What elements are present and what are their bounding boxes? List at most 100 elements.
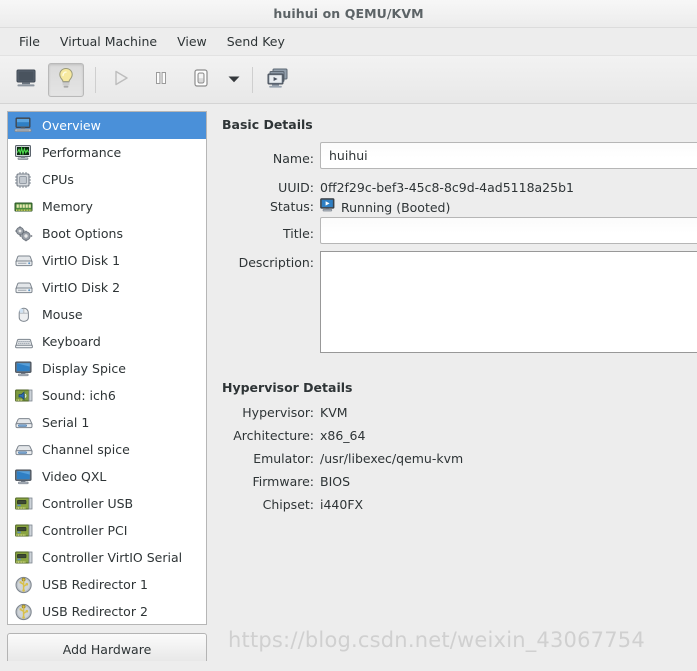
snapshots-icon	[266, 67, 290, 92]
sidebar-item-label: VirtIO Disk 1	[42, 253, 121, 268]
name-input[interactable]: huihui	[320, 142, 697, 169]
sidebar-item-virtio-disk-1[interactable]: VirtIO Disk 1	[8, 247, 206, 274]
sidebar-item-usb-redirector-2[interactable]: USB Redirector 2	[8, 598, 206, 624]
status-row: Running (Booted)	[320, 195, 697, 217]
serial-port-icon	[13, 412, 35, 434]
sidebar-item-label: USB Redirector 2	[42, 604, 148, 619]
sidebar-item-performance[interactable]: Performance	[8, 139, 206, 166]
menu-file[interactable]: File	[9, 31, 50, 52]
hard-disk-icon	[13, 250, 35, 272]
name-value: huihui	[329, 148, 368, 163]
sidebar-item-serial-1[interactable]: Serial 1	[8, 409, 206, 436]
uuid-label: UUID:	[278, 180, 314, 195]
sidebar-item-label: Overview	[42, 118, 101, 133]
running-monitor-icon	[320, 198, 337, 217]
details-pane: Basic Details Name: huihui UUID: 0ff2f29…	[214, 104, 697, 671]
sidebar-item-label: Keyboard	[42, 334, 101, 349]
pause-icon	[151, 68, 171, 91]
sidebar-item-label: Serial 1	[42, 415, 90, 430]
name-label: Name:	[272, 151, 314, 166]
architecture-label: Architecture:	[233, 428, 314, 443]
sidebar-item-mouse[interactable]: Mouse	[8, 301, 206, 328]
snapshots-button[interactable]	[260, 63, 296, 97]
shutdown-button[interactable]	[183, 63, 219, 97]
sidebar-item-keyboard[interactable]: Keyboard	[8, 328, 206, 355]
title-label: Title:	[283, 226, 314, 241]
display-icon	[13, 358, 35, 380]
memory-stick-icon	[13, 196, 35, 218]
hypervisor-details-title: Hypervisor Details	[222, 380, 353, 395]
virt-manager-window: huihui on QEMU/KVM File Virtual Machine …	[0, 0, 697, 671]
controller-card-icon	[13, 493, 35, 515]
usb-icon	[13, 574, 35, 596]
keyboard-icon	[13, 331, 35, 353]
shutdown-dropdown-button[interactable]	[223, 64, 245, 96]
sidebar-item-controller-pci[interactable]: Controller PCI	[8, 517, 206, 544]
play-icon	[111, 68, 131, 91]
sidebar-item-usb-redirector-1[interactable]: USB Redirector 1	[8, 571, 206, 598]
hypervisor-details-block: Hypervisor Details Hypervisor: KVM Archi…	[222, 380, 697, 512]
firmware-value: BIOS	[320, 474, 351, 489]
sidebar-item-memory[interactable]: Memory	[8, 193, 206, 220]
bottom-strip	[0, 661, 697, 671]
toolbar-separator-2	[252, 66, 253, 93]
mouse-icon	[13, 304, 35, 326]
sidebar-item-video-qxl[interactable]: Video QXL	[8, 463, 206, 490]
controller-card-icon	[13, 520, 35, 542]
hardware-list[interactable]: Overview Performance CPUs Memory Boot Op…	[7, 111, 207, 625]
controller-card-icon	[13, 547, 35, 569]
run-button[interactable]	[103, 63, 139, 97]
monitor-icon	[15, 68, 37, 91]
sidebar-item-label: CPUs	[42, 172, 74, 187]
sidebar-item-cpus[interactable]: CPUs	[8, 166, 206, 193]
sidebar-item-display-spice[interactable]: Display Spice	[8, 355, 206, 382]
description-label: Description:	[238, 255, 314, 270]
sidebar-item-label: Memory	[42, 199, 93, 214]
sidebar-item-overview[interactable]: Overview	[8, 112, 206, 139]
chipset-value: i440FX	[320, 497, 364, 512]
sidebar-item-label: Video QXL	[42, 469, 107, 484]
menu-send-key[interactable]: Send Key	[217, 31, 295, 52]
sidebar-item-label: Sound: ich6	[42, 388, 116, 403]
sidebar-item-label: Mouse	[42, 307, 83, 322]
sidebar-item-channel-spice[interactable]: Channel spice	[8, 436, 206, 463]
sidebar-item-controller-virtio-serial[interactable]: Controller VirtIO Serial	[8, 544, 206, 571]
hardware-sidebar: Overview Performance CPUs Memory Boot Op…	[0, 104, 214, 671]
computer-icon	[13, 115, 35, 137]
usb-icon	[13, 601, 35, 623]
sidebar-item-controller-usb[interactable]: Controller USB	[8, 490, 206, 517]
menubar: File Virtual Machine View Send Key	[0, 28, 697, 56]
hypervisor-label: Hypervisor:	[242, 405, 314, 420]
menu-virtual-machine[interactable]: Virtual Machine	[50, 31, 167, 52]
toolbar	[0, 56, 697, 104]
firmware-label: Firmware:	[252, 474, 315, 489]
sidebar-item-label: USB Redirector 1	[42, 577, 148, 592]
menu-view[interactable]: View	[167, 31, 217, 52]
sidebar-item-label: Controller VirtIO Serial	[42, 550, 183, 565]
status-label: Status:	[269, 199, 314, 214]
status-value: Running (Booted)	[341, 200, 451, 215]
sidebar-item-virtio-disk-2[interactable]: VirtIO Disk 2	[8, 274, 206, 301]
sidebar-item-label: Channel spice	[42, 442, 130, 457]
title-input[interactable]	[320, 217, 697, 244]
basic-details-title: Basic Details	[222, 117, 313, 132]
console-view-button[interactable]	[8, 63, 44, 97]
description-textarea[interactable]	[320, 251, 697, 353]
sound-card-icon	[13, 385, 35, 407]
sidebar-item-label: Display Spice	[42, 361, 126, 376]
hypervisor-details-grid: Hypervisor: KVM Architecture: x86_64 Emu…	[222, 405, 697, 512]
basic-details-grid: Name: huihui UUID: 0ff2f29c-bef3-45c8-8c…	[222, 142, 697, 360]
lightbulb-icon	[56, 67, 76, 92]
toolbar-separator-1	[95, 66, 96, 93]
titlebar: huihui on QEMU/KVM	[0, 0, 697, 28]
sidebar-item-boot-options[interactable]: Boot Options	[8, 220, 206, 247]
sidebar-item-label: VirtIO Disk 2	[42, 280, 121, 295]
power-icon	[190, 67, 212, 92]
chipset-label: Chipset:	[262, 497, 314, 512]
pause-button[interactable]	[143, 63, 179, 97]
sidebar-item-label: Performance	[42, 145, 122, 160]
details-view-button[interactable]	[48, 62, 84, 97]
sidebar-item-sound-ich6[interactable]: Sound: ich6	[8, 382, 206, 409]
sidebar-item-label: Boot Options	[42, 226, 123, 241]
emulator-label: Emulator:	[253, 451, 314, 466]
